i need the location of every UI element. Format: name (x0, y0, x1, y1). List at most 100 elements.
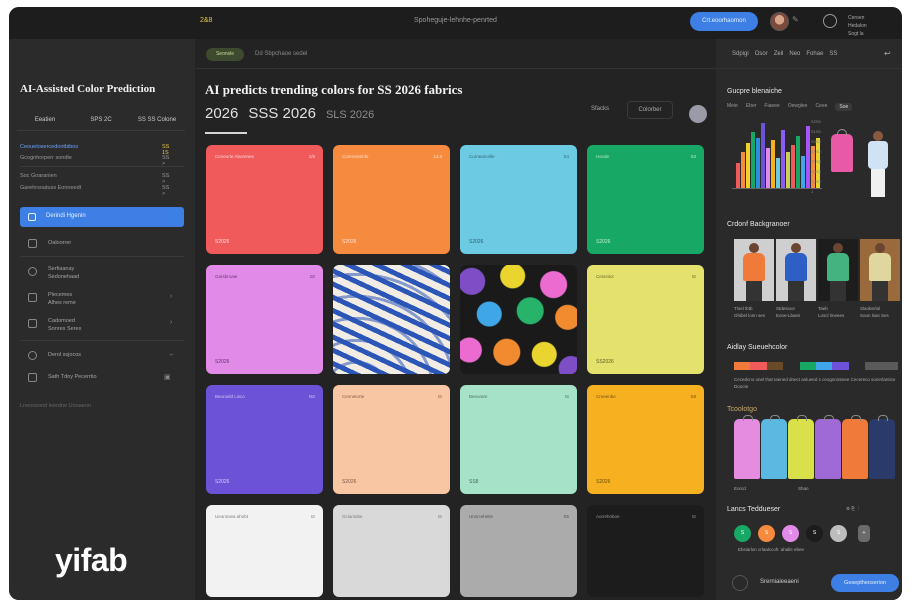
color-card[interactable]: Gcionrsbe IS (333, 505, 450, 597)
color-card[interactable]: Curnearcelle S4 S2026 (460, 145, 577, 254)
filter-button[interactable]: Colorber (627, 101, 673, 119)
palette-swatch[interactable] (734, 362, 751, 370)
palette-swatch[interactable] (766, 362, 784, 370)
right-panel: Sdpigi Osor Zeil Neo Fohae SS ↩ Gucpre b… (716, 39, 902, 600)
garment-image[interactable] (842, 415, 868, 479)
sidebar-item[interactable]: Serfiaanay Sedonehaad (20, 261, 184, 283)
share-icon[interactable] (823, 14, 837, 28)
garment-image[interactable] (761, 415, 787, 479)
outfit-photo[interactable] (860, 239, 900, 301)
color-dot[interactable]: S (734, 525, 751, 542)
generate-button[interactable]: Geseptheoserion (831, 574, 899, 592)
chart-bar (761, 123, 765, 188)
section-tools-icon[interactable]: ⚙ ⎘ ⋮ (846, 505, 861, 512)
outfit-top (827, 253, 849, 281)
sidebar-item[interactable]: Plecemes Alhes reme › (20, 287, 184, 309)
menu-item[interactable]: Fohae (806, 51, 823, 57)
primary-action-button[interactable]: Crt.eoorhaornon (690, 12, 758, 31)
sidebar-row[interactable]: Gcognhorperr sondte SS > (20, 155, 169, 167)
divider (20, 340, 184, 341)
color-card[interactable]: Creeenbe S8 S2026 (587, 385, 704, 494)
color-card[interactable]: Hacde S3 S2026 (587, 145, 704, 254)
color-dot[interactable]: + (858, 525, 870, 542)
color-card[interactable]: Garsbroaie 2S S2026 (206, 265, 323, 374)
filter-link[interactable]: Sfacks (591, 106, 609, 112)
chart-bar (786, 152, 790, 188)
color-card[interactable]: Unsrcehetie S5 (460, 505, 577, 597)
sidebar-row[interactable]: Ceouetosercedontbibos SS 1S (20, 144, 169, 156)
chevron-right-icon: › (170, 319, 173, 326)
card-code: SS2026 (596, 359, 614, 365)
layers-icon (28, 319, 37, 328)
card-name: Unsrcehetie (469, 514, 494, 519)
palette-swatch[interactable] (783, 362, 800, 370)
user-avatar[interactable] (770, 12, 789, 31)
palette-swatch[interactable] (832, 362, 849, 370)
tab-season[interactable]: SLS 2026 (326, 105, 374, 127)
color-card[interactable] (333, 265, 450, 374)
sidebar-row[interactable]: Soc Goaranien SS > (20, 173, 169, 185)
garment-image[interactable] (734, 415, 760, 479)
palette-swatch[interactable] (865, 362, 882, 370)
chevron-right-icon: › (170, 293, 173, 300)
sidebar-tab[interactable]: SS SS Colone (129, 109, 185, 130)
sidebar-item[interactable]: Cadomoed Sonres Seres › (20, 313, 184, 335)
color-dot[interactable]: S (830, 525, 847, 542)
palette-swatch[interactable] (799, 362, 817, 370)
garment-image[interactable] (815, 415, 841, 479)
card-code: S2026 (215, 479, 230, 485)
edit-icon[interactable]: ✎ (792, 15, 799, 24)
garment-image[interactable] (869, 415, 895, 479)
app-logo[interactable]: 2&8 (200, 17, 212, 24)
search-hint[interactable]: Spoheguje-lehnhe-penrted (414, 17, 497, 24)
garment-row (734, 415, 902, 483)
palette-swatch[interactable] (848, 362, 866, 370)
color-card[interactable]: Corensirsihhr 14.3 S2026 (333, 145, 450, 254)
refresh-icon[interactable] (732, 575, 748, 591)
outfit-photo[interactable] (734, 239, 774, 301)
color-dot[interactable]: S (758, 525, 775, 542)
pink-jacket-image (831, 134, 853, 172)
color-card[interactable]: Aorrehnboe IS (587, 505, 704, 597)
color-card[interactable]: Beeurare IS SS8 (460, 385, 577, 494)
color-card[interactable]: Beuroeld Lisco NS S2026 (206, 385, 323, 494)
sidebar-tab[interactable]: SPS 2C (73, 109, 129, 130)
color-card[interactable]: Ceneorte Aborenee 1/6 S2026 (206, 145, 323, 254)
menu-item[interactable]: Osor (755, 51, 768, 57)
sidebar-tab[interactable]: Eeatien (17, 109, 73, 130)
color-dot[interactable]: S (782, 525, 799, 542)
sidebar-item[interactable]: Sath Tdoy Pecerrtio ▣ (20, 367, 184, 389)
tab-season[interactable]: SSS 2026 (248, 105, 316, 127)
secondary-button[interactable]: Srerniaieeaeni (760, 579, 799, 585)
garment-caption: Shan (798, 486, 809, 491)
color-dot[interactable]: S (806, 525, 823, 542)
sidebar-item[interactable]: Oaloorrer (20, 233, 184, 255)
sidebar-row[interactable]: Garehrsoatuss Eonneedt SS > (20, 185, 169, 197)
palette-swatch[interactable] (816, 362, 833, 370)
card-value: S3 (690, 154, 696, 159)
sidebar-tabs: Eeatien SPS 2C SS SS Colone (17, 109, 185, 131)
palette-swatch[interactable] (750, 362, 767, 370)
outfit-photo[interactable] (776, 239, 816, 301)
menu-item[interactable]: Neo (789, 51, 800, 57)
profile-icon[interactable] (689, 105, 707, 123)
palette-swatch[interactable] (881, 362, 899, 370)
tab-season[interactable]: 2026 (205, 105, 238, 127)
season-tabs: 2026 SSS 2026 SLS 2026 (205, 105, 374, 127)
sidebar-item[interactable]: Derol ssjocos › (20, 345, 184, 367)
menu-item[interactable]: Sdpigi (732, 51, 749, 57)
status-pill[interactable]: Seonsle (206, 48, 244, 61)
menu-item[interactable]: Zeil (774, 51, 784, 57)
garment-image[interactable] (788, 415, 814, 479)
sidebar-item-active[interactable]: Derindi Hgenin (20, 207, 184, 227)
color-card[interactable]: Cesnnlor IS SS2026 (587, 265, 704, 374)
color-card[interactable]: Ueonnsea ahnbt IS (206, 505, 323, 597)
color-card[interactable]: Cennetorte IS S2026 (333, 385, 450, 494)
chart-bar (781, 130, 785, 188)
menu-item[interactable]: SS (829, 51, 837, 57)
chevron-down-icon: › (167, 353, 175, 356)
outfit-photo[interactable] (818, 239, 858, 301)
collapse-icon[interactable]: ↩ (884, 49, 891, 58)
color-card[interactable] (460, 265, 577, 374)
card-name: Aorrehnboe (596, 514, 620, 519)
